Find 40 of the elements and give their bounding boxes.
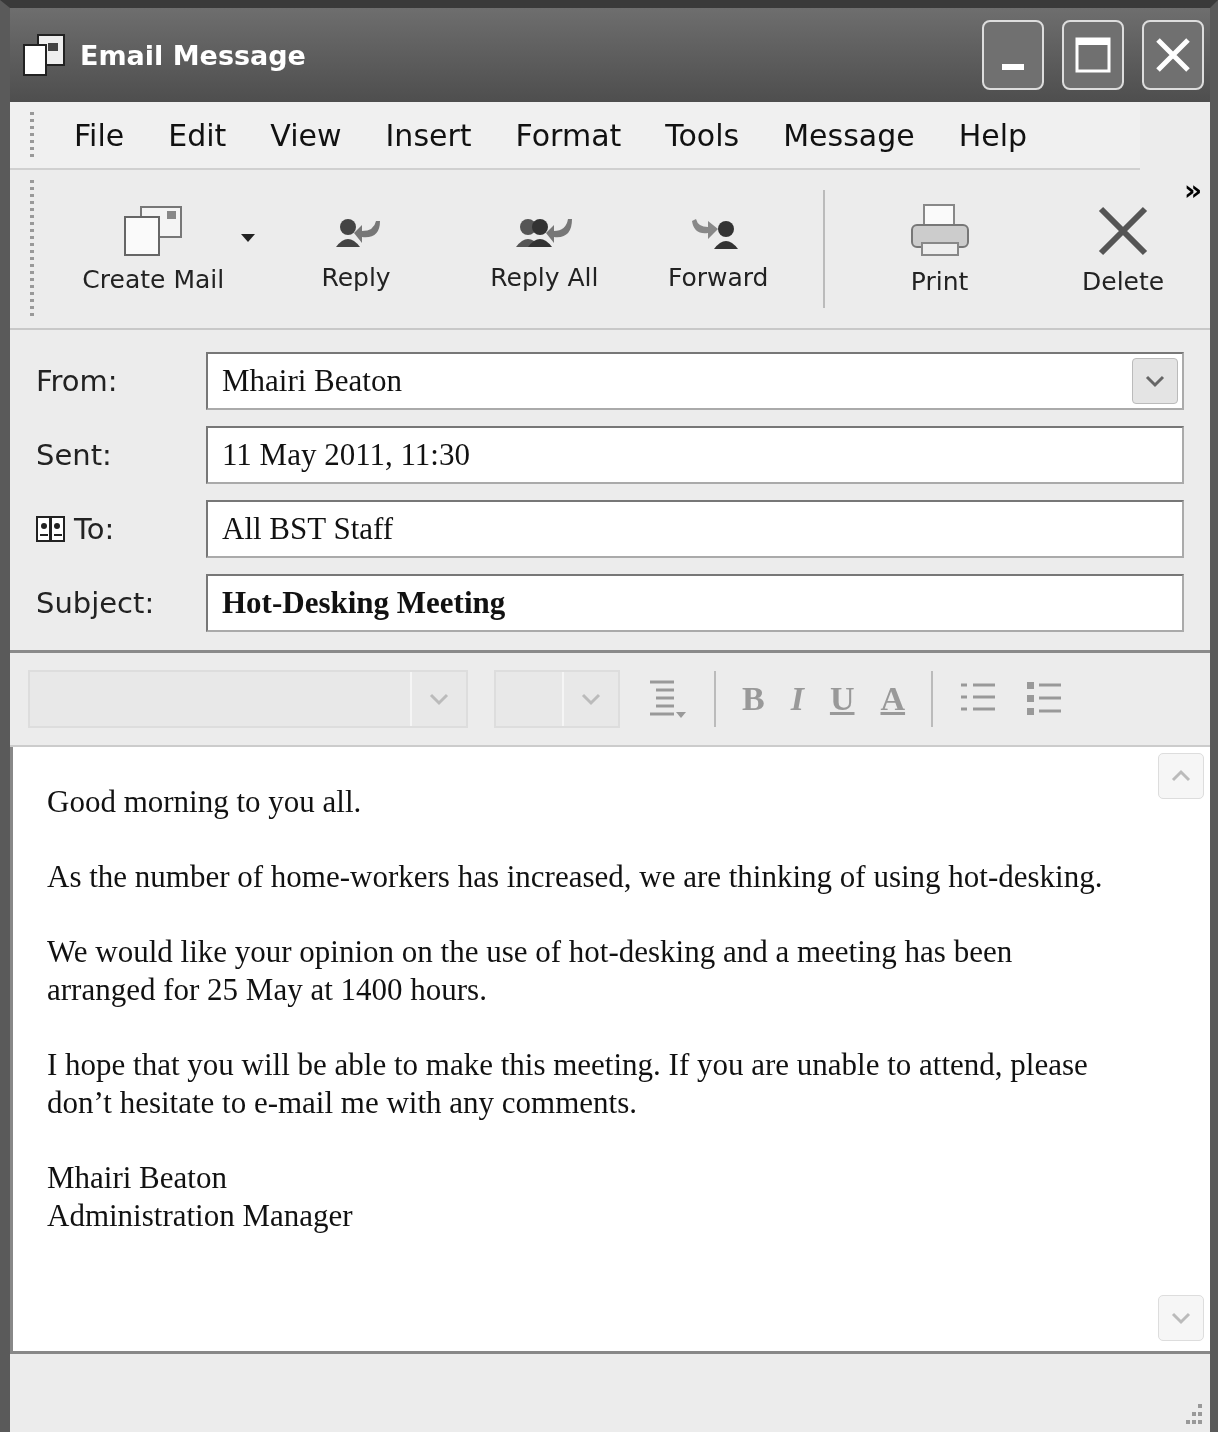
menu-item[interactable]: Edit	[146, 117, 249, 153]
header-field[interactable]: Mhairi Beaton	[206, 352, 1184, 410]
menu-item[interactable]: Format	[493, 117, 644, 153]
address-book-icon[interactable]	[36, 515, 66, 543]
message-paragraph: We would like your opinion on the use of hot-desking and a meeting has been arranged for 25 May at 1400 hours.	[47, 933, 1014, 1009]
toolbar-button[interactable]: Reply All	[457, 170, 632, 328]
field-label: Sent:	[36, 438, 112, 472]
menu-item[interactable]: Tools	[643, 117, 762, 153]
menu-item[interactable]: Help	[936, 117, 1050, 153]
header-field[interactable]: Hot-Desking Meeting	[206, 574, 1184, 632]
header-field[interactable]: All BST Staff	[206, 500, 1184, 558]
menu-item[interactable]: View	[248, 117, 364, 153]
close-icon	[1155, 37, 1191, 73]
message-paragraph: I hope that you will be able to make this meeting. If you are unable to attend, please don’t hesitate to e-mail me with any comments.	[47, 1046, 1089, 1122]
minimize-icon	[1002, 64, 1024, 70]
toolbar-button[interactable]: Print	[843, 170, 1037, 328]
caret-icon	[240, 234, 255, 242]
close-button[interactable]	[1142, 20, 1204, 90]
dropdown-button[interactable]	[1132, 358, 1178, 404]
field-label: From:	[36, 364, 118, 398]
message-paragraph: Mhairi Beaton Administration Manager	[47, 1159, 354, 1235]
field-label: To:	[74, 512, 115, 546]
header-field[interactable]: 11 May 2011, 11:30	[206, 426, 1184, 484]
message-paragraph: Good morning to you all.	[47, 783, 363, 821]
minimize-button[interactable]	[982, 20, 1044, 90]
menu-item[interactable]: Message	[761, 117, 937, 153]
scroll-down-button[interactable]	[1158, 1295, 1204, 1341]
field-label: Subject:	[36, 586, 155, 620]
toolbar-button[interactable]: Reply	[254, 170, 458, 328]
message-paragraph: As the number of home-workers has increased, we are thinking of using hot-desking.	[47, 858, 1104, 896]
message-icon	[22, 33, 66, 77]
menu-item[interactable]: File	[52, 117, 147, 153]
maximize-button[interactable]	[1062, 20, 1124, 90]
scroll-up-button[interactable]	[1158, 753, 1204, 799]
toolbar-button[interactable]: Forward	[631, 170, 806, 328]
toolbar-button[interactable]: Create Mail	[51, 170, 255, 328]
window-title: Email Message	[80, 39, 307, 71]
maximize-icon	[1075, 37, 1111, 73]
more-button[interactable]: »	[1183, 174, 1202, 207]
menu-item[interactable]: Insert	[363, 117, 494, 153]
